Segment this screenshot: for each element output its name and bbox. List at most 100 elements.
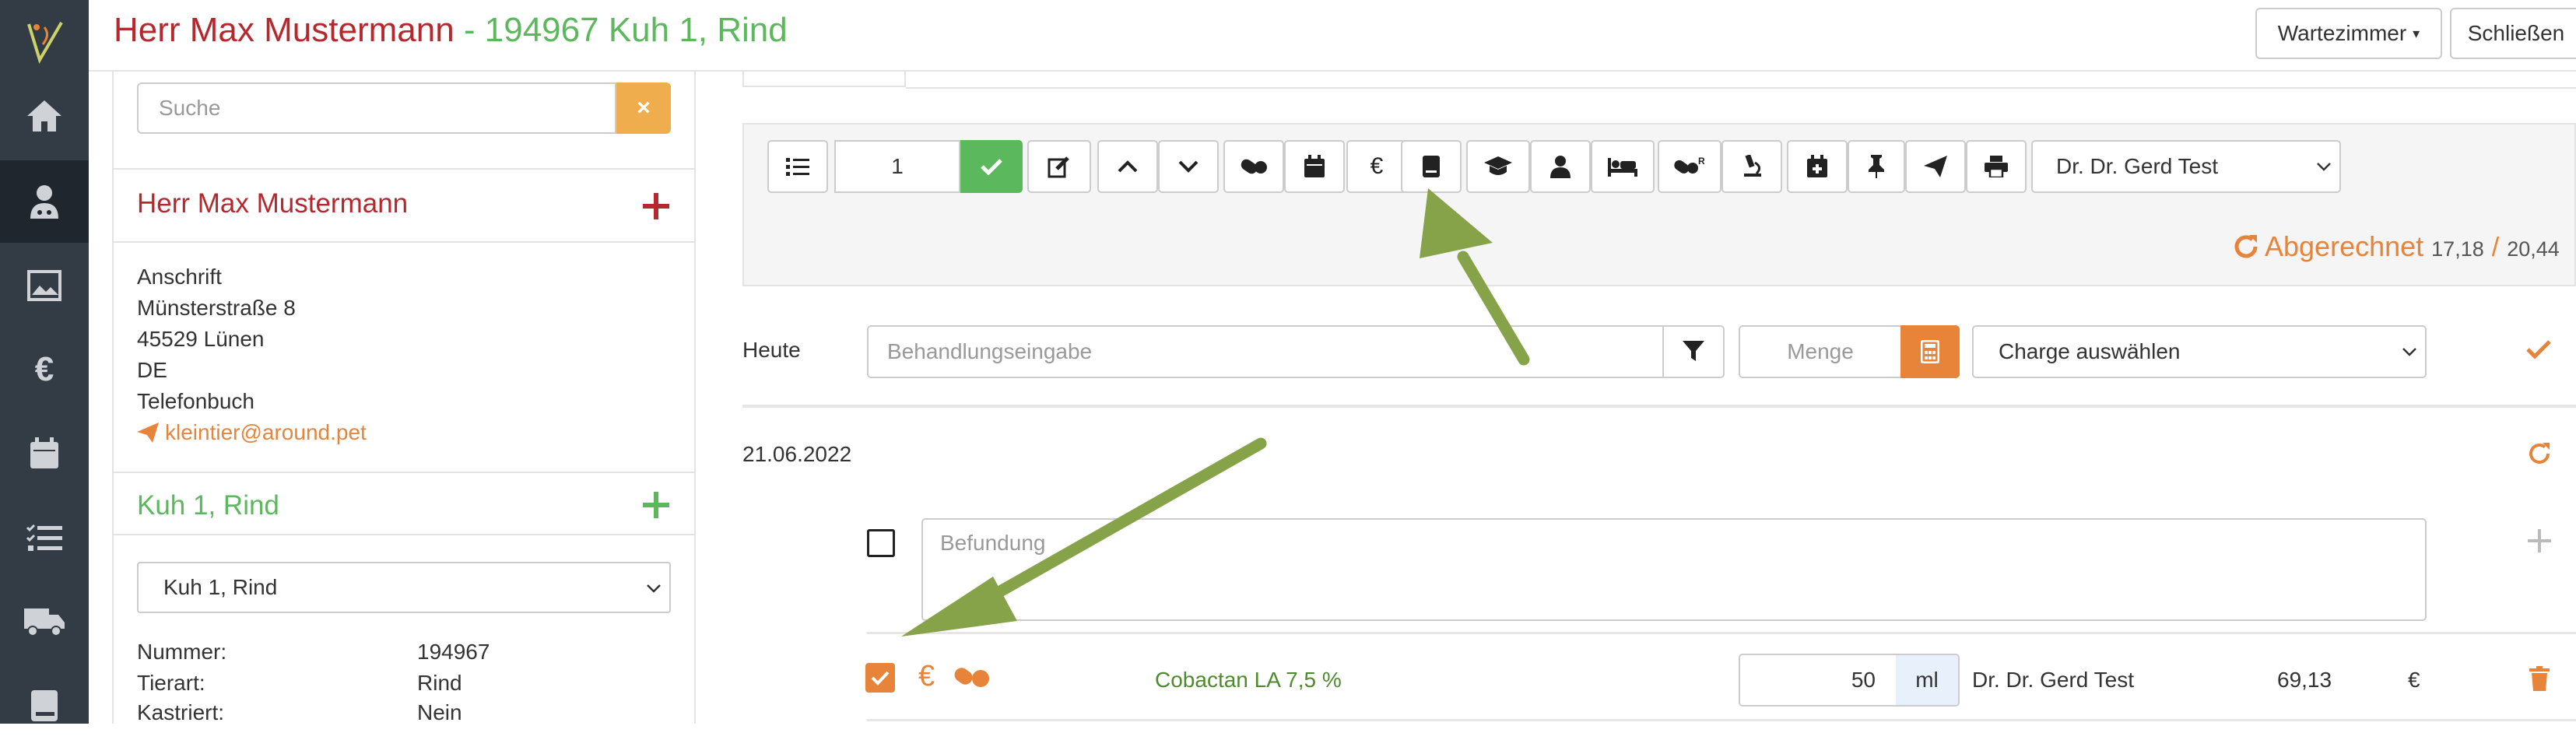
print-icon xyxy=(1985,156,2008,177)
patient-title: - 194967 Kuh 1, Rind xyxy=(454,11,788,49)
billed-value-b: 20,44 xyxy=(2507,237,2560,261)
pills-icon xyxy=(954,668,989,687)
animal-select-value: Kuh 1, Rind xyxy=(163,575,278,599)
address-city: 45529 Lünen xyxy=(137,327,265,351)
animal-title[interactable]: Kuh 1, Rind xyxy=(137,490,279,521)
nav-monitor[interactable] xyxy=(0,244,89,327)
annotation-arrows xyxy=(901,188,1530,637)
address-label: Anschrift xyxy=(137,265,222,289)
waiting-room-label: Wartezimmer xyxy=(2277,21,2407,45)
add-owner-icon[interactable] xyxy=(643,193,669,219)
microscope-icon xyxy=(1744,155,1761,177)
filter-icon xyxy=(1683,341,1704,361)
divider xyxy=(114,534,694,535)
nav-delivery[interactable] xyxy=(0,580,89,663)
home-icon xyxy=(27,100,61,132)
patient-icon xyxy=(30,185,58,219)
address-street: Münsterstraße 8 xyxy=(137,296,296,320)
pin-button[interactable] xyxy=(1848,140,1905,193)
page-title: Herr Max Mustermann - 194967 Kuh 1, Rind xyxy=(114,11,788,50)
detail-label-species: Tierart: xyxy=(137,671,205,695)
address-country: DE xyxy=(137,358,167,382)
send-icon xyxy=(137,423,159,443)
nav-home[interactable] xyxy=(0,75,89,157)
phonebook-link[interactable]: Telefonbuch xyxy=(137,389,254,414)
send-button[interactable] xyxy=(1905,140,1966,193)
calendar-icon xyxy=(30,437,58,468)
item-checkbox[interactable] xyxy=(865,663,895,693)
search-input[interactable]: Suche xyxy=(137,82,616,134)
quantity-input[interactable]: Menge xyxy=(1739,325,1902,378)
item-quantity-value: 50 xyxy=(1851,668,1876,692)
email-link[interactable]: kleintier@around.pet xyxy=(137,420,367,445)
item-quantity-input[interactable]: 50 xyxy=(1739,654,1897,707)
divider xyxy=(114,168,694,170)
drug-name[interactable]: Cobactan LA 7,5 % xyxy=(1155,668,1342,693)
batch-select-value: Charge auswählen xyxy=(1999,339,2181,363)
quantity-placeholder: Menge xyxy=(1787,339,1854,363)
calculator-button[interactable] xyxy=(1900,325,1960,378)
vet-select-value: Dr. Dr. Gerd Test xyxy=(2056,154,2218,178)
arrow-to-item-checkbox xyxy=(901,437,1267,637)
search-placeholder: Suche xyxy=(159,96,221,120)
delete-item-button[interactable] xyxy=(2529,666,2550,691)
chevron-down-icon xyxy=(2317,163,2331,171)
reload-button[interactable] xyxy=(2526,440,2553,467)
email-text: kleintier@around.pet xyxy=(165,420,367,444)
nav-calendar[interactable] xyxy=(0,412,89,495)
clear-icon: × xyxy=(637,95,651,121)
monitor-image-icon xyxy=(27,270,61,301)
filter-button[interactable] xyxy=(1662,325,1725,378)
appointment-button[interactable] xyxy=(1787,140,1848,193)
inpatient-button[interactable] xyxy=(1591,140,1655,193)
tab-strip xyxy=(742,72,906,87)
owner-name[interactable]: Herr Max Mustermann xyxy=(137,188,408,219)
item-unit-text: ml xyxy=(1915,668,1939,692)
detail-label-number: Nummer: xyxy=(137,640,227,664)
owner-title: Herr Max Mustermann xyxy=(114,11,454,49)
check-icon xyxy=(2526,340,2551,359)
truck-icon xyxy=(24,608,65,637)
nav-patients[interactable] xyxy=(0,160,89,243)
nav-billing[interactable]: € xyxy=(0,328,89,411)
today-label: Heute xyxy=(742,338,801,362)
calculator-icon xyxy=(1921,340,1939,363)
search-clear-button[interactable]: × xyxy=(616,82,671,134)
calendar-plus-icon xyxy=(1807,155,1827,177)
record-date: 21.06.2022 xyxy=(742,442,852,466)
batch-select[interactable]: Charge auswählen xyxy=(1972,325,2427,378)
waiting-room-button[interactable]: Wartezimmer ▾ xyxy=(2255,8,2442,59)
chevron-down-icon xyxy=(647,584,661,593)
prescription-button[interactable]: R xyxy=(1658,140,1721,193)
nav-tasks[interactable] xyxy=(0,496,89,579)
list-button[interactable] xyxy=(767,140,828,193)
nav-book[interactable] xyxy=(0,665,89,747)
arrow-to-book-button xyxy=(1420,188,1530,366)
submit-entry-button[interactable] xyxy=(2526,339,2551,359)
close-label: Schließen xyxy=(2467,21,2565,45)
item-unit: ml xyxy=(1896,654,1960,707)
divider xyxy=(867,719,2576,721)
vet-select[interactable]: Dr. Dr. Gerd Test xyxy=(2031,140,2341,193)
add-finding-icon[interactable] xyxy=(2528,529,2551,552)
user-icon xyxy=(1550,156,1571,178)
detail-value-number: 194967 xyxy=(417,640,490,664)
divider xyxy=(114,472,694,473)
close-button[interactable]: Schließen xyxy=(2450,8,2576,59)
nav-rail: € xyxy=(0,0,89,724)
divider xyxy=(114,241,694,243)
checklist-icon xyxy=(26,524,62,551)
animal-select[interactable]: Kuh 1, Rind xyxy=(137,562,671,613)
lab-button[interactable] xyxy=(1721,140,1782,193)
add-animal-icon[interactable] xyxy=(643,492,669,518)
item-vet: Dr. Dr. Gerd Test xyxy=(1972,668,2134,692)
prescription-pills-icon: R xyxy=(1674,156,1705,174)
logo[interactable] xyxy=(0,0,89,82)
item-price: 69,13 xyxy=(2277,668,2332,692)
refresh-icon[interactable] xyxy=(2232,233,2260,261)
medication-type-icon xyxy=(951,663,991,691)
check-icon xyxy=(871,671,890,686)
chevron-down-icon xyxy=(2402,348,2416,356)
divider xyxy=(906,87,2576,89)
print-button[interactable] xyxy=(1966,140,2027,193)
